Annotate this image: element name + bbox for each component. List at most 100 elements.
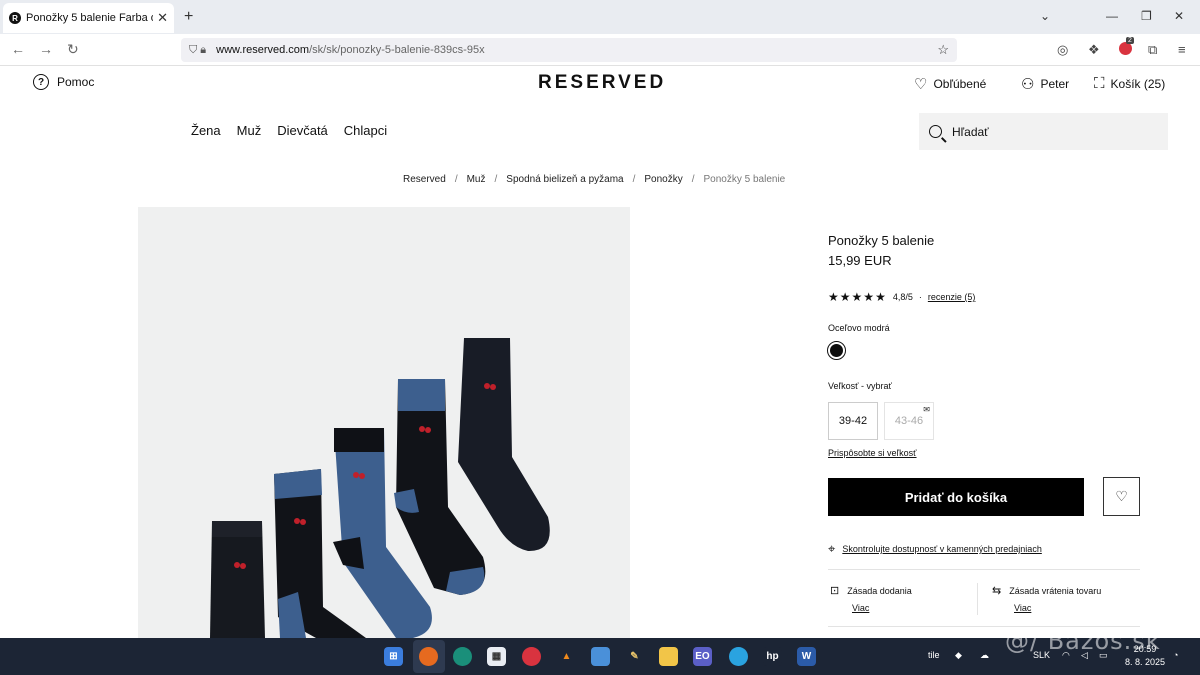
main-nav: Žena Muž Dievčatá Chlapci: [191, 123, 387, 138]
breadcrumb-item[interactable]: Muž: [467, 174, 486, 185]
return-policy: ⇆ Zásada vrátenia tovaru Viac: [992, 584, 1101, 613]
restore-icon[interactable]: ❐: [1141, 9, 1152, 23]
notification-bell-icon[interactable]: ◔: [1173, 650, 1178, 660]
menu-icon[interactable]: ≡: [1178, 42, 1186, 57]
favorites-link[interactable]: ♡ Obľúbené: [914, 75, 986, 93]
size-option-label: 43-46: [894, 415, 924, 427]
size-guide-link[interactable]: Prispôsobte si veľkosť: [828, 448, 917, 458]
size-label: Veľkosť - vybrať: [828, 381, 892, 391]
rating-value: 4,8/5: [892, 292, 913, 302]
extension-bird-icon[interactable]: ❖: [1088, 42, 1100, 58]
rating-stars: ★ ★ ★ ★ ★: [828, 291, 887, 303]
delivery-title: Zásada dodania: [847, 585, 912, 596]
store-availability-link[interactable]: ⌖ Skontrolujte dostupnosť v kamenných pr…: [828, 541, 1042, 557]
add-to-wishlist-button[interactable]: ♡: [1103, 477, 1140, 516]
nav-item-chlapci[interactable]: Chlapci: [344, 123, 387, 138]
breadcrumb-separator: /: [454, 174, 458, 185]
breadcrumb: Reserved / Muž / Spodná bielizeň a pyžama /…: [403, 174, 785, 185]
teams-icon[interactable]: ◆: [955, 650, 962, 661]
bag-icon: ⛶: [1094, 75, 1105, 92]
product-image[interactable]: [138, 207, 630, 638]
site-logo[interactable]: RESERVED: [538, 72, 666, 94]
breadcrumb-item[interactable]: Reserved: [403, 174, 446, 185]
firefox-icon[interactable]: [419, 647, 438, 666]
size-option-43-46[interactable]: ✉ 43-46: [884, 402, 934, 440]
cart-label: Košík (25): [1110, 76, 1166, 91]
store-icon[interactable]: ▦: [487, 647, 506, 666]
edge-icon[interactable]: [453, 647, 472, 666]
breadcrumb-item[interactable]: Ponožky: [644, 174, 682, 185]
tab-list-icon[interactable]: ⌄: [1040, 9, 1050, 23]
return-more-link[interactable]: Viac: [1014, 603, 1101, 613]
new-tab-icon[interactable]: +: [184, 8, 193, 26]
minimize-icon[interactable]: —: [1106, 9, 1118, 23]
account-link[interactable]: ⚇ Peter: [1021, 75, 1069, 93]
breadcrumb-separator: /: [632, 174, 636, 185]
location-pin-icon: ⌖: [828, 541, 836, 556]
delivery-more-link[interactable]: Viac: [852, 603, 912, 613]
nav-item-zena[interactable]: Žena: [191, 123, 221, 138]
shield-icon[interactable]: ⛉ 🔒︎: [189, 44, 206, 57]
breadcrumb-separator: /: [494, 174, 498, 185]
app-red-icon[interactable]: [522, 647, 541, 666]
clock-date: 8. 8. 2025: [1125, 657, 1166, 667]
app-purple-icon[interactable]: ЕО: [693, 647, 712, 666]
word-icon[interactable]: W: [797, 647, 816, 666]
star-icon: ★: [875, 290, 886, 304]
tray-app-label[interactable]: tile: [928, 650, 940, 660]
divider: [828, 569, 1140, 570]
extensions-icon[interactable]: ⧉: [1148, 42, 1157, 58]
address-bar[interactable]: ⛉ 🔒︎ www.reserved.com /sk/sk/ponozky-5-b…: [181, 38, 957, 62]
user-icon: ⚇: [1021, 76, 1035, 93]
favorites-label: Obľúbené: [933, 77, 987, 91]
site-favicon-icon: R: [9, 12, 21, 24]
start-icon[interactable]: ⊞: [384, 647, 403, 666]
cart-link[interactable]: ⛶ Košík (25): [1094, 75, 1165, 92]
extension-badge-count: 2: [1126, 37, 1134, 44]
tool-icon[interactable]: ✎: [625, 647, 644, 666]
account-icon[interactable]: ◎: [1057, 42, 1068, 58]
vlc-icon[interactable]: ▲: [557, 647, 576, 666]
rating-separator: ·: [918, 292, 922, 302]
browser-tab-bar: R Ponožky 5 balenie Farba oceľov ✕ + ⌄ —…: [0, 0, 1200, 34]
add-to-cart-button[interactable]: Pridať do košíka: [828, 478, 1084, 516]
reviews-link[interactable]: recenzie (5): [928, 292, 976, 302]
product-name: Ponožky 5 balenie: [828, 233, 935, 248]
box-icon: ⊡: [830, 585, 840, 597]
bookmark-star-icon[interactable]: ☆: [937, 42, 949, 58]
nav-item-dievcata[interactable]: Dievčatá: [277, 123, 328, 138]
url-path: /sk/sk/ponozky-5-balenie-839cs-95x: [309, 44, 485, 56]
url-domain: www.reserved.com: [216, 44, 310, 56]
folder-icon[interactable]: [659, 647, 678, 666]
app-cyan-icon[interactable]: [729, 647, 748, 666]
sock-1: [210, 521, 265, 638]
hp-icon[interactable]: hp: [763, 647, 782, 666]
swatch-fill: [830, 344, 843, 357]
availability-label: Skontrolujte dostupnosť v kamenných pred…: [842, 544, 1042, 554]
vertical-divider: [977, 583, 978, 615]
size-option-39-42[interactable]: 39-42: [828, 402, 878, 440]
color-swatch[interactable]: [827, 341, 846, 360]
close-window-icon[interactable]: ✕: [1174, 9, 1184, 23]
close-tab-icon[interactable]: ✕: [157, 10, 168, 26]
browser-tab[interactable]: R Ponožky 5 balenie Farba oceľov ✕: [3, 3, 174, 33]
envelope-icon: ✉: [923, 405, 930, 414]
star-icon: ★: [851, 290, 863, 304]
watermark: @/ Bazos.sk: [1005, 627, 1161, 655]
reload-icon[interactable]: ↻: [67, 41, 79, 58]
forward-icon[interactable]: →: [39, 41, 53, 57]
extension-badge-icon[interactable]: 2: [1119, 37, 1134, 58]
breadcrumb-item[interactable]: Spodná bielizeň a pyžama: [506, 174, 623, 185]
product-rating: ★ ★ ★ ★ ★ 4,8/5 · recenzie (5): [828, 291, 975, 303]
search-placeholder: Hľadať: [952, 124, 989, 139]
cloud-icon[interactable]: ☁: [980, 650, 989, 661]
search-input[interactable]: Hľadať: [919, 113, 1168, 150]
search-icon: [929, 125, 942, 138]
back-icon[interactable]: ←: [11, 41, 25, 57]
nav-item-muz[interactable]: Muž: [237, 123, 262, 138]
heart-icon: ♡: [914, 76, 928, 93]
star-icon: ★: [863, 290, 875, 304]
socks-photo: [210, 338, 550, 638]
app-blue-icon[interactable]: [591, 647, 610, 666]
help-link[interactable]: ? Pomoc: [33, 74, 94, 90]
